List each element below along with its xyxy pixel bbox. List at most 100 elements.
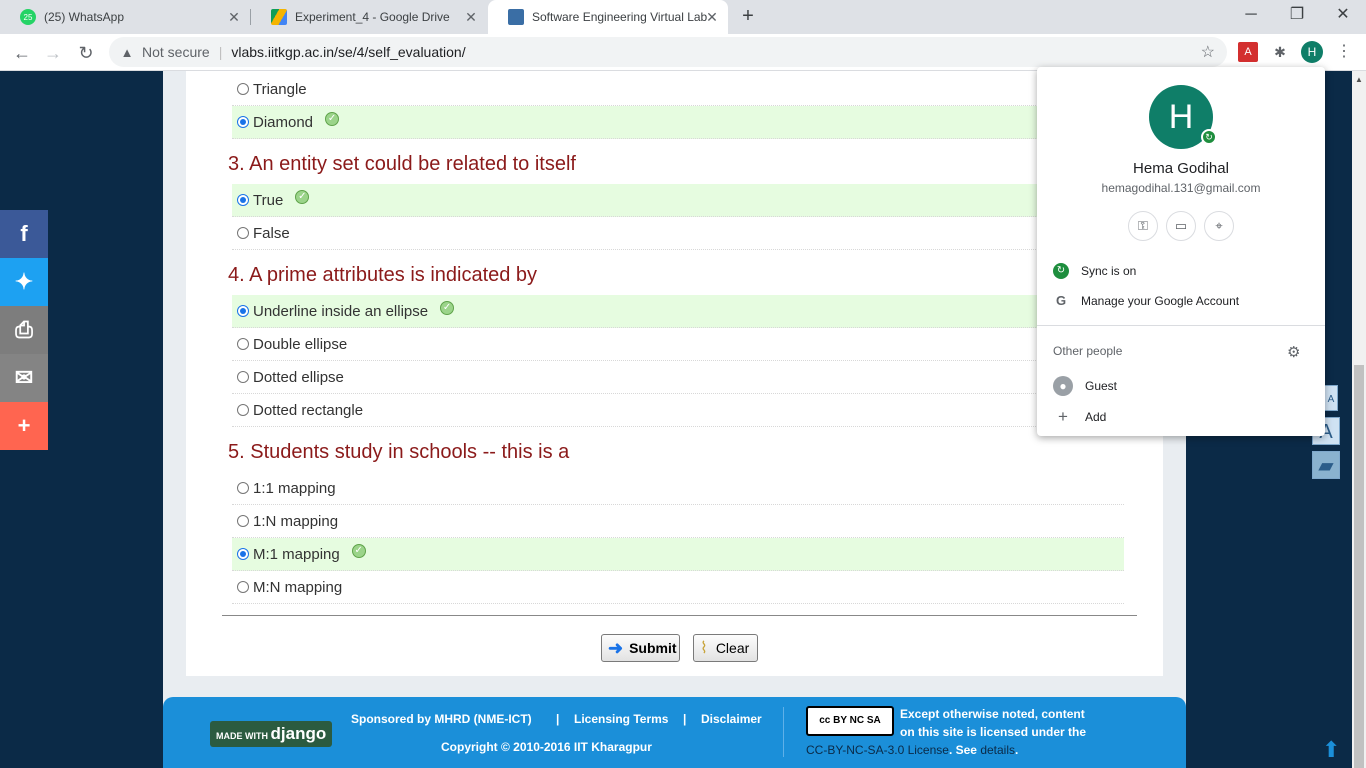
radio-button[interactable]	[237, 194, 249, 206]
footer-divider	[783, 707, 784, 757]
option-label: Double ellipse	[253, 335, 348, 353]
radio-button[interactable]	[237, 116, 249, 128]
option-true[interactable]: True ✓	[232, 184, 1124, 217]
close-icon[interactable]: ✕	[704, 9, 720, 25]
option-1-n-mapping[interactable]: 1:N mapping	[232, 505, 1124, 538]
profile-popup: H ↻ Hema Godihal hemagodihal.131@gmail.c…	[1037, 67, 1325, 436]
divider	[222, 615, 1137, 616]
radio-button[interactable]	[237, 227, 249, 239]
sync-icon: ↻	[1053, 263, 1069, 279]
restore-button[interactable]: ❐	[1274, 0, 1320, 30]
cc-license-link[interactable]: CC-BY-NC-SA-3.0 License	[806, 743, 949, 757]
pdf-extension-icon[interactable]: A	[1238, 42, 1258, 62]
django-logo: django	[270, 724, 327, 743]
sync-row[interactable]: ↻ Sync is on	[1053, 263, 1136, 279]
radio-button[interactable]	[237, 548, 249, 560]
gear-icon[interactable]: ⚙	[1287, 343, 1300, 361]
option-1-1-mapping[interactable]: 1:1 mapping	[232, 472, 1124, 505]
radio-button[interactable]	[237, 482, 249, 494]
scroll-up-icon[interactable]: ▲	[1355, 75, 1363, 84]
address-bar[interactable]: ▲ Not secure | vlabs.iitkgp.ac.in/se/4/s…	[109, 37, 1227, 67]
scrollbar-thumb[interactable]	[1354, 365, 1364, 768]
option-label: Diamond	[253, 113, 314, 131]
option-dotted-ellipse[interactable]: Dotted ellipse	[232, 361, 1124, 394]
passwords-key-icon[interactable]: ⚿	[1128, 211, 1158, 241]
scroll-top-icon[interactable]: ⬆	[1322, 737, 1340, 763]
question-4: 4. A prime attributes is indicated by	[228, 264, 538, 286]
minimize-button[interactable]: ─	[1228, 0, 1274, 30]
site-footer: MADE WITH django Sponsored by MHRD (NME-…	[163, 697, 1186, 768]
profile-avatar-button[interactable]: H	[1301, 41, 1323, 63]
more-share-icon[interactable]: +	[0, 402, 48, 450]
add-person-row[interactable]: + Add	[1053, 408, 1106, 425]
option-diamond[interactable]: Diamond ✓	[232, 106, 1124, 139]
creative-commons-badge[interactable]: cc BY NC SA	[806, 706, 894, 736]
sponsored-text: Sponsored by MHRD (NME-ICT)	[351, 712, 532, 726]
radio-button[interactable]	[237, 404, 249, 416]
folder-icon[interactable]: ▰	[1312, 451, 1340, 479]
option-m-n-mapping[interactable]: M:N mapping	[232, 571, 1124, 604]
option-label: M:N mapping	[253, 578, 343, 596]
tab-google-drive[interactable]: Experiment_4 - Google Drive ✕	[251, 0, 487, 34]
payment-card-icon[interactable]: ▭	[1166, 211, 1196, 241]
option-triangle[interactable]: Triangle	[232, 73, 1124, 106]
other-people-label: Other people	[1053, 344, 1123, 358]
option-dotted-rectangle[interactable]: Dotted rectangle	[232, 394, 1124, 427]
print-share-icon[interactable]: ⎙	[0, 306, 48, 354]
license-line-2: on this site is licensed under the	[900, 725, 1087, 739]
option-underline-ellipse[interactable]: Underline inside an ellipse ✓	[232, 295, 1124, 328]
option-double-ellipse[interactable]: Double ellipse	[232, 328, 1124, 361]
arrow-right-icon: ➜	[608, 637, 624, 658]
correct-check-icon: ✓	[351, 544, 366, 558]
disclaimer-link[interactable]: Disclaimer	[701, 712, 762, 726]
back-button[interactable]: ←	[9, 40, 35, 66]
radio-button[interactable]	[237, 83, 249, 95]
option-label: True	[253, 191, 284, 209]
clear-button[interactable]: ⌇ Clear	[693, 634, 758, 662]
radio-button[interactable]	[237, 515, 249, 527]
option-label: 1:N mapping	[253, 512, 339, 530]
license-end-text: .	[1015, 743, 1019, 757]
django-badge[interactable]: MADE WITH django	[210, 721, 332, 747]
license-see-text: . See	[948, 743, 981, 757]
url-text[interactable]: vlabs.iitkgp.ac.in/se/4/self_evaluation/	[231, 44, 465, 60]
email-share-icon[interactable]: ✉	[0, 354, 48, 402]
page-scrollbar[interactable]: ▲	[1352, 71, 1366, 768]
twitter-share-icon[interactable]: ✦	[0, 258, 48, 306]
close-icon[interactable]: ✕	[226, 9, 242, 25]
option-label: Triangle	[253, 80, 307, 98]
option-label: Dotted ellipse	[253, 368, 344, 386]
forward-button[interactable]: →	[40, 40, 66, 66]
correct-check-icon: ✓	[295, 190, 310, 204]
copyright-text: Copyright © 2010-2016 IIT Kharagpur	[441, 740, 652, 754]
bookmark-star-icon[interactable]: ☆	[1201, 42, 1215, 62]
radio-button[interactable]	[237, 371, 249, 383]
radio-button[interactable]	[237, 305, 249, 317]
manage-account-row[interactable]: G Manage your Google Account	[1053, 293, 1239, 309]
details-link[interactable]: details	[980, 743, 1015, 757]
extensions-puzzle-icon[interactable]: ✱	[1270, 42, 1290, 62]
tab-whatsapp[interactable]: 25 (25) WhatsApp ✕	[0, 0, 250, 34]
window-close-button[interactable]: ✕	[1320, 0, 1366, 30]
facebook-share-icon[interactable]: f	[0, 210, 48, 258]
footer-separator: |	[556, 712, 560, 726]
security-label[interactable]: Not secure	[142, 44, 210, 60]
new-tab-button[interactable]: +	[738, 6, 758, 26]
submit-button[interactable]: ➜ Submit	[601, 634, 680, 662]
tab-virtual-lab[interactable]: Software Engineering Virtual Lab ✕	[488, 0, 728, 34]
decrease-font-icon[interactable]: A	[1324, 385, 1338, 411]
addresses-pin-icon[interactable]: ⌖	[1204, 211, 1234, 241]
licensing-terms-link[interactable]: Licensing Terms	[574, 712, 668, 726]
option-m-1-mapping[interactable]: M:1 mapping ✓	[232, 538, 1124, 571]
correct-check-icon: ✓	[325, 112, 340, 126]
option-false[interactable]: False	[232, 217, 1124, 250]
browser-toolbar: ← → ↻ ▲ Not secure | vlabs.iitkgp.ac.in/…	[0, 34, 1366, 71]
close-icon[interactable]: ✕	[463, 9, 479, 25]
browser-menu-icon[interactable]: ⋮	[1336, 42, 1352, 62]
radio-button[interactable]	[237, 581, 249, 593]
option-label: 1:1 mapping	[253, 479, 336, 497]
warning-icon[interactable]: ▲	[119, 45, 135, 60]
guest-row[interactable]: ● Guest	[1053, 376, 1117, 396]
reload-button[interactable]: ↻	[73, 40, 99, 66]
radio-button[interactable]	[237, 338, 249, 350]
